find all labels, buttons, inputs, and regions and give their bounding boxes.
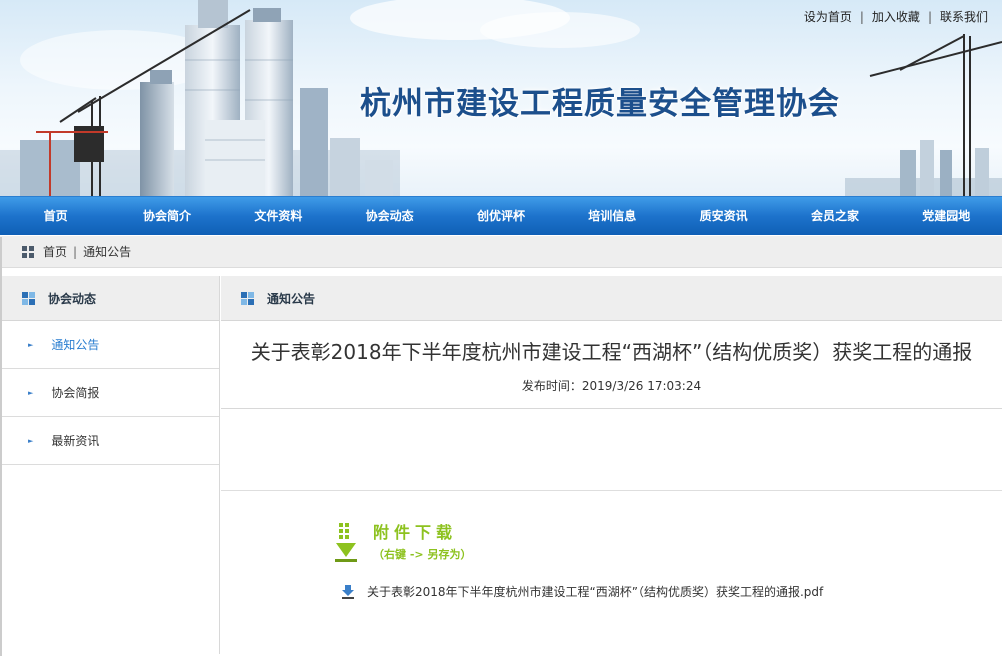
separator: | [859,10,864,24]
sidebar-item-notices[interactable]: ► 通知公告 [2,321,219,369]
nav-documents[interactable]: 文件资料 [223,197,334,235]
set-homepage-link[interactable]: 设为首页 [804,10,852,24]
breadcrumb-home-link[interactable]: 首页 [43,243,67,260]
tiles-icon [241,291,255,305]
attachment-download: 附件下载 （右键 -> 另存为） 关于表彰2018年下半年度杭州市建设工程“西湖… [221,491,1002,600]
nav-party[interactable]: 党建园地 [891,197,1002,235]
nav-home[interactable]: 首页 [0,197,111,235]
article-header: 关于表彰2018年下半年度杭州市建设工程“西湖杯”（结构优质奖）获奖工程的通报 … [221,337,1002,409]
contact-us-link[interactable]: 联系我们 [940,10,988,24]
attachment-item: 关于表彰2018年下半年度杭州市建设工程“西湖杯”（结构优质奖）获奖工程的通报.… [341,583,1002,600]
caret-right-icon: ► [28,340,34,349]
content-panel: 通知公告 关于表彰2018年下半年度杭州市建设工程“西湖杯”（结构优质奖）获奖工… [221,276,1002,654]
nav-training[interactable]: 培训信息 [557,197,668,235]
breadcrumb: 首页 | 通知公告 [0,236,1002,268]
caret-right-icon: ► [28,436,34,445]
site-title: 杭州市建设工程质量安全管理协会 [360,86,840,122]
attachment-link[interactable]: 关于表彰2018年下半年度杭州市建设工程“西湖杯”（结构优质奖）获奖工程的通报.… [367,583,823,600]
separator: | [927,10,932,24]
tiles-icon [22,291,36,305]
download-badge: 附件下载 （右键 -> 另存为） [333,523,1002,563]
sidebar-item-label: 最新资讯 [51,434,100,448]
article-body [221,409,1002,491]
main-area: 协会动态 ► 通知公告 ► 协会简报 ► 最新资讯 通知公告 关于表彰2018年… [0,268,1002,654]
sidebar: 协会动态 ► 通知公告 ► 协会简报 ► 最新资讯 [2,276,220,654]
content-heading: 通知公告 [221,276,1002,321]
sidebar-item-label: 通知公告 [51,338,100,352]
nav-safety-news[interactable]: 质安资讯 [668,197,779,235]
download-arrow-icon [335,523,357,562]
nav-news[interactable]: 协会动态 [334,197,445,235]
main-nav: 首页 协会简介 文件资料 协会动态 创优评杯 培训信息 质安资讯 会员之家 党建… [0,196,1002,235]
sidebar-item-label: 协会简报 [51,386,100,400]
breadcrumb-separator: | [73,244,78,259]
sidebar-item-latest-news[interactable]: ► 最新资讯 [2,417,219,465]
download-subtitle: （右键 -> 另存为） [373,548,472,561]
file-download-icon [342,584,354,599]
content-heading-label: 通知公告 [267,291,316,306]
add-favorite-link[interactable]: 加入收藏 [872,10,920,24]
nav-awards[interactable]: 创优评杯 [445,197,556,235]
sidebar-item-bulletin[interactable]: ► 协会简报 [2,369,219,417]
caret-right-icon: ► [28,388,34,397]
top-links: 设为首页 | 加入收藏 | 联系我们 [804,8,988,25]
publish-time: 发布时间：2019/3/26 17:03:24 [521,379,702,393]
article-title: 关于表彰2018年下半年度杭州市建设工程“西湖杯”（结构优质奖）获奖工程的通报 [250,340,973,364]
sidebar-heading: 协会动态 [2,276,219,321]
grid-icon [22,245,34,258]
site-banner: 设为首页 | 加入收藏 | 联系我们 杭州市建设工程质量安全管理协会 [0,0,1002,196]
sidebar-heading-label: 协会动态 [48,291,97,306]
nav-members[interactable]: 会员之家 [779,197,890,235]
nav-about[interactable]: 协会简介 [111,197,222,235]
breadcrumb-current-link[interactable]: 通知公告 [83,243,131,260]
download-title: 附件下载 [373,523,458,542]
